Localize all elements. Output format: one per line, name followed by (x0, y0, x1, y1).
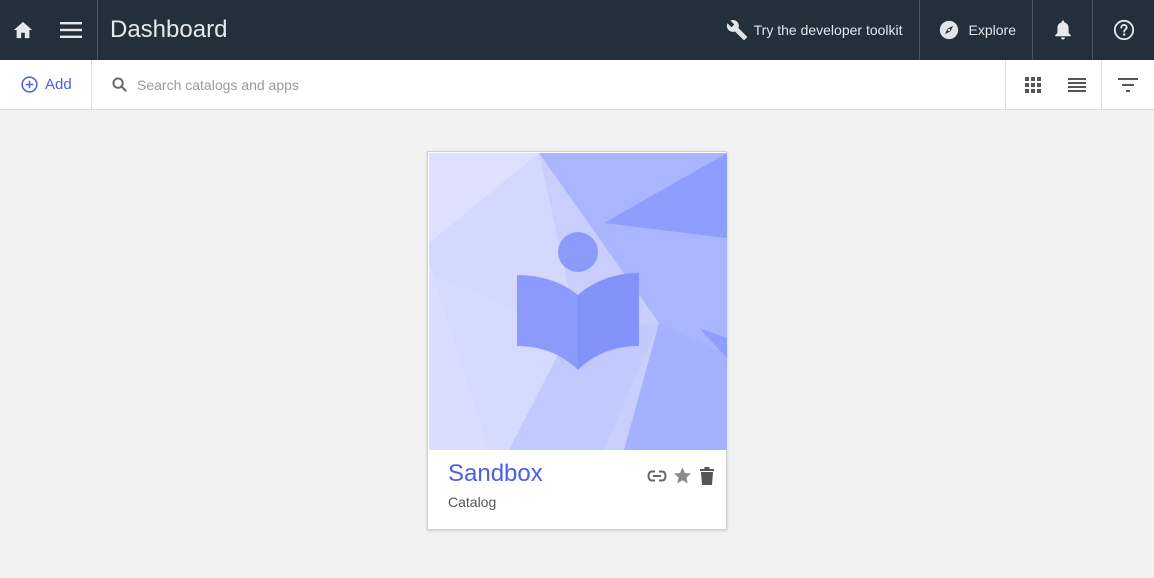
add-label: Add (45, 76, 72, 93)
home-icon (13, 21, 32, 39)
catalog-card[interactable]: Sandbox Catalog (427, 151, 727, 530)
help-icon (1113, 19, 1134, 41)
page-title: Dashboard (110, 16, 228, 43)
grid-view-button[interactable] (1010, 60, 1056, 109)
wrench-icon (726, 20, 747, 41)
grid-view-icon (1025, 76, 1041, 93)
explore-label: Explore (968, 22, 1016, 38)
top-header: Dashboard Try the developer toolkit Expl… (0, 0, 1154, 60)
card-subtitle: Catalog (448, 494, 497, 510)
notifications-button[interactable] (1033, 0, 1092, 60)
catalog-card-image (429, 153, 727, 450)
star-icon (673, 467, 691, 484)
bell-icon (1054, 20, 1071, 40)
menu-button[interactable] (45, 0, 97, 60)
list-view-button[interactable] (1056, 60, 1098, 109)
list-view-icon (1068, 77, 1086, 92)
trash-icon (700, 467, 714, 485)
favorite-button[interactable] (671, 465, 693, 487)
copy-link-button[interactable] (646, 465, 668, 487)
filter-icon (1118, 77, 1138, 92)
search-bar (92, 60, 1005, 109)
add-circle-icon (21, 76, 38, 93)
explore-link[interactable]: Explore (920, 0, 1032, 60)
link-icon (647, 470, 667, 482)
card-actions (646, 465, 718, 487)
search-icon (112, 77, 127, 92)
search-input[interactable] (137, 76, 737, 93)
catalog-book-illustration (429, 153, 727, 450)
home-button[interactable] (0, 0, 45, 60)
card-title[interactable]: Sandbox (448, 460, 543, 488)
delete-button[interactable] (696, 465, 718, 487)
catalog-card-body: Sandbox Catalog (428, 450, 726, 530)
view-toggle-group (1005, 60, 1101, 109)
filter-button[interactable] (1101, 60, 1154, 109)
add-button[interactable]: Add (0, 60, 92, 109)
help-button[interactable] (1093, 0, 1154, 60)
developer-toolkit-label: Try the developer toolkit (753, 22, 903, 38)
toolbar: Add (0, 60, 1154, 110)
developer-toolkit-link[interactable]: Try the developer toolkit (708, 0, 919, 60)
compass-icon (939, 20, 958, 40)
hamburger-menu-icon (60, 22, 82, 38)
